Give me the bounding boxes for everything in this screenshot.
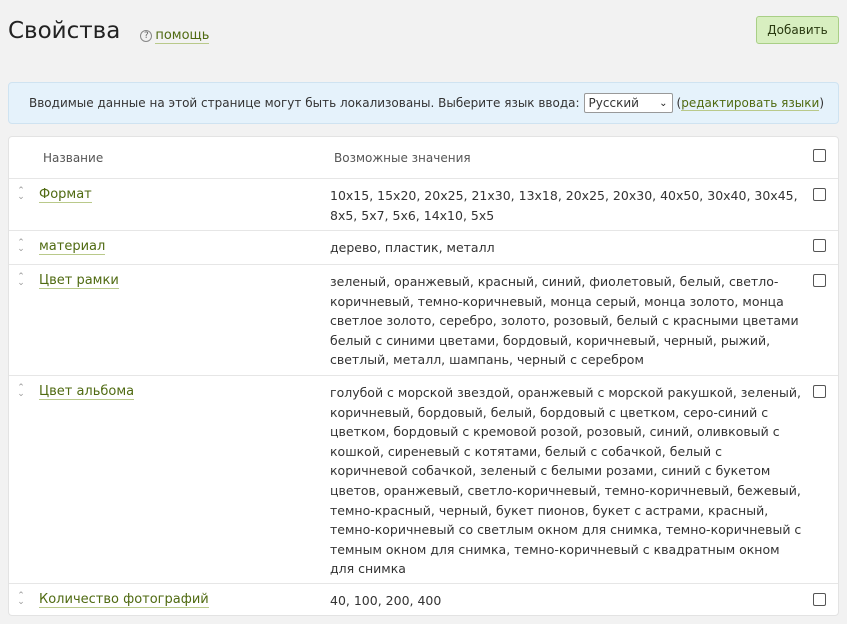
- property-name-link[interactable]: Цвет рамки: [39, 273, 119, 289]
- page-header: Свойства ? помощь: [8, 18, 210, 44]
- table-row: ⌃ ⌄ Цвет рамки зеленый, оранжевый, красны…: [9, 265, 838, 376]
- property-values: 10x15, 15x20, 20x25, 21x30, 13x18, 20x25…: [330, 188, 798, 223]
- drag-handle-icon[interactable]: ⌃ ⌄: [16, 187, 26, 202]
- edit-languages-link[interactable]: редактировать языки: [681, 96, 820, 111]
- drag-handle-icon[interactable]: ⌃ ⌄: [16, 273, 26, 288]
- column-header-name: Название: [43, 151, 104, 165]
- property-values: голубой с морской звездой, оранжевый с м…: [330, 385, 802, 577]
- row-checkbox[interactable]: [813, 385, 826, 398]
- row-checkbox[interactable]: [813, 188, 826, 201]
- property-name-link[interactable]: материал: [39, 239, 106, 255]
- property-values: дерево, пластик, металл: [330, 240, 495, 255]
- help-link[interactable]: ? помощь: [140, 28, 210, 44]
- page-title: Свойства: [8, 18, 121, 44]
- property-name-link[interactable]: Количество фотографий: [39, 592, 209, 608]
- property-values: 40, 100, 200, 400: [330, 593, 442, 608]
- drag-handle-icon[interactable]: ⌃ ⌄: [16, 384, 26, 399]
- row-checkbox[interactable]: [813, 593, 826, 606]
- property-values: зеленый, оранжевый, красный, синий, фиол…: [330, 274, 799, 368]
- row-checkbox[interactable]: [813, 239, 826, 252]
- property-name-link[interactable]: Цвет альбома: [39, 384, 135, 400]
- select-all-checkbox[interactable]: [813, 149, 826, 162]
- properties-table: Название Возможные значения ⌃ ⌄ Формат 10…: [8, 136, 839, 616]
- table-row: ⌃ ⌄ Количество фотографий 40, 100, 200, 4…: [9, 584, 838, 616]
- drag-handle-icon[interactable]: ⌃ ⌄: [16, 239, 26, 254]
- help-label[interactable]: помощь: [155, 28, 210, 44]
- property-name-link[interactable]: Формат: [39, 187, 92, 203]
- table-header: Название Возможные значения: [9, 137, 838, 179]
- chevron-down-icon: ⌄: [659, 97, 668, 109]
- locale-notice: Вводимые данные на этой странице могут б…: [8, 82, 839, 124]
- question-icon: ?: [140, 30, 153, 42]
- add-button[interactable]: Добавить: [756, 16, 839, 44]
- language-select[interactable]: Русский ⌄: [583, 93, 673, 113]
- locale-text: Вводимые данные на этой странице могут б…: [29, 96, 580, 110]
- language-select-value: Русский: [588, 96, 639, 110]
- row-checkbox[interactable]: [813, 274, 826, 287]
- table-row: ⌃ ⌄ Формат 10x15, 15x20, 20x25, 21x30, 13…: [9, 179, 838, 231]
- drag-handle-icon[interactable]: ⌃ ⌄: [16, 592, 26, 607]
- edit-languages-wrapper: (редактировать языки): [676, 96, 824, 111]
- table-row: ⌃ ⌄ материал дерево, пластик, металл: [9, 231, 838, 265]
- column-header-values: Возможные значения: [334, 151, 471, 165]
- table-row: ⌃ ⌄ Цвет альбома голубой с морской звездо…: [9, 376, 838, 584]
